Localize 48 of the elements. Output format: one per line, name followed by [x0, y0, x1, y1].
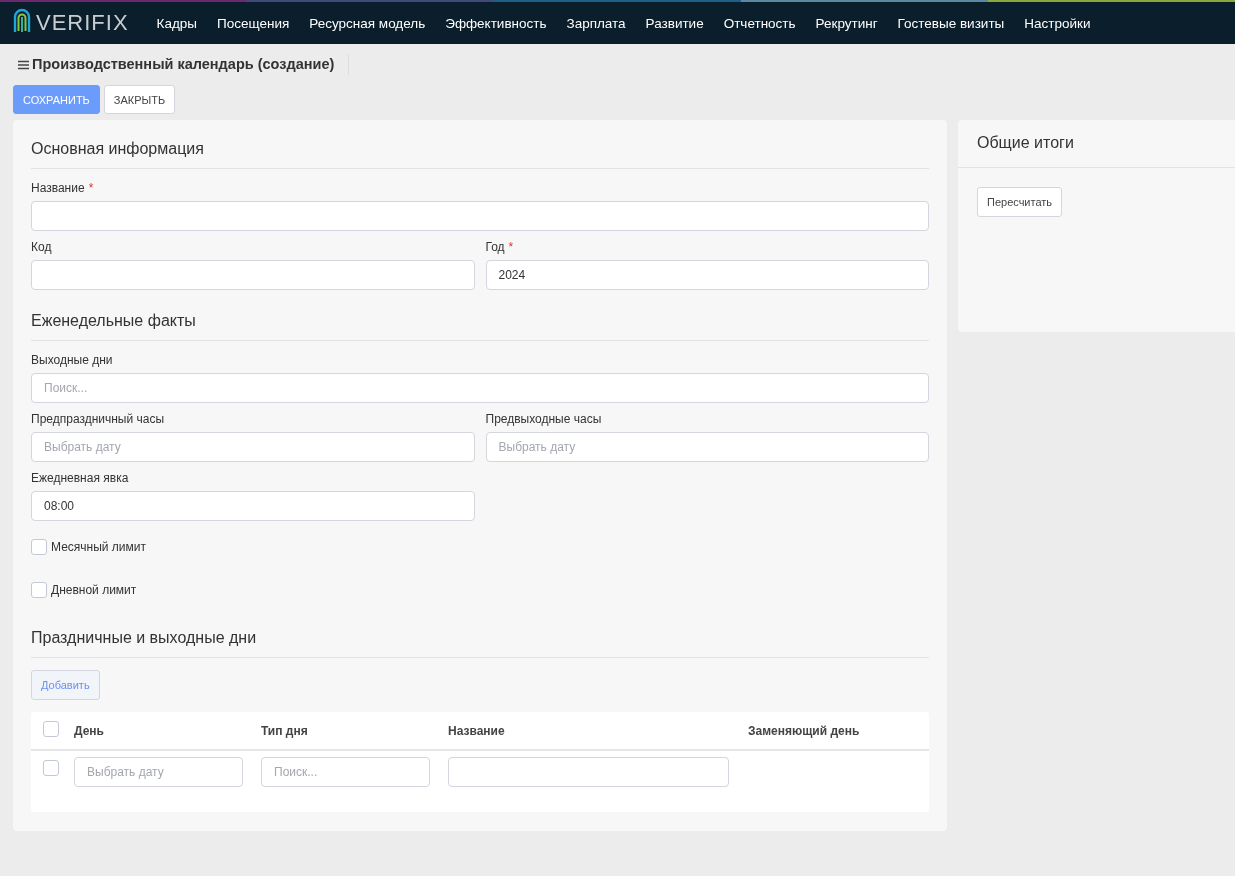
checkbox[interactable] — [43, 720, 59, 737]
column-header: День — [74, 723, 105, 738]
field-label: Код — [31, 240, 52, 254]
input-field[interactable]: Выбрать дату — [31, 432, 475, 462]
column-header: Заменяющий день — [748, 723, 861, 738]
nav-item[interactable]: Эффективность — [445, 15, 547, 31]
field-label: Название — [31, 181, 85, 195]
nav-item[interactable]: Рекрутинг — [815, 15, 878, 31]
field-label: Предпраздничный часы — [31, 412, 165, 426]
section-title: Праздничные и выходные дни — [31, 627, 929, 658]
close-button[interactable]: ЗАКРЫТЬ — [103, 85, 176, 114]
logo-text: VERIFIX — [36, 10, 129, 36]
required-mark: * — [508, 240, 514, 254]
input-field[interactable]: 08:00 — [31, 491, 475, 521]
checkbox-label: Месячный лимит — [51, 540, 146, 554]
checkbox[interactable] — [31, 539, 47, 555]
field-label: Выходные дни — [31, 353, 113, 367]
input-field[interactable] — [448, 757, 729, 787]
checkbox[interactable] — [31, 582, 47, 598]
input-field[interactable]: Поиск... — [31, 373, 929, 403]
field-label: Ежедневная явка — [31, 471, 129, 485]
nav-item[interactable]: Отчетность — [723, 15, 796, 31]
nav-item[interactable]: Зарплата — [566, 15, 626, 31]
nav-item[interactable]: Развитие — [645, 15, 704, 31]
input-field[interactable] — [31, 201, 929, 231]
nav-item[interactable]: Ресурсная модель — [309, 15, 426, 31]
field-label: Год — [485, 240, 505, 254]
section-title: Еженедельные факты — [31, 310, 929, 341]
nav-item[interactable]: Кадры — [156, 15, 198, 31]
input-field[interactable]: Выбрать дату — [74, 757, 243, 787]
column-header: Тип дня — [261, 723, 309, 738]
input-field[interactable]: 2024 — [485, 260, 929, 290]
nav-item[interactable]: Посещения — [217, 15, 290, 31]
panel-title: Общие итоги — [958, 120, 1235, 168]
nav-item[interactable]: Настройки — [1024, 15, 1091, 31]
input-field[interactable]: Поиск... — [261, 757, 430, 787]
checkbox[interactable] — [43, 760, 59, 776]
field-label: Предвыходные часы — [485, 412, 602, 426]
page-title: Производственный календарь (создание) — [29, 54, 350, 75]
required-mark: * — [88, 181, 94, 195]
column-header: Название — [448, 723, 506, 738]
recalculate-button[interactable]: Пересчитать — [977, 187, 1063, 217]
nav-item[interactable]: Гостевые визиты — [897, 15, 1005, 31]
menu-icon[interactable] — [18, 59, 29, 70]
section-title: Основная информация — [31, 138, 929, 169]
checkbox-label: Дневной лимит — [51, 583, 137, 597]
input-field[interactable]: Выбрать дату — [485, 432, 929, 462]
input-field[interactable] — [31, 260, 475, 290]
